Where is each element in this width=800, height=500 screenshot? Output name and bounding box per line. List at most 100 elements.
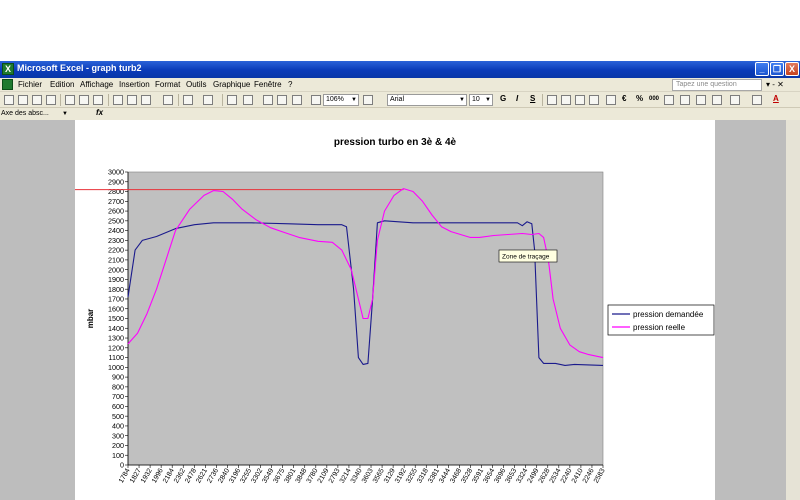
toolbar-separator — [60, 94, 61, 106]
menu-outils[interactable]: Outils — [186, 80, 206, 89]
font-color-button[interactable]: A — [773, 94, 779, 103]
line-chart[interactable]: pression turbo en 3è & 4è 010020030040050… — [75, 120, 715, 500]
y-tick-label: 1500 — [108, 314, 124, 323]
menu-fichier[interactable]: Fichier — [18, 80, 42, 89]
permission-icon[interactable] — [46, 95, 56, 105]
redo-icon[interactable] — [203, 95, 213, 105]
decrease-indent-icon[interactable] — [696, 95, 706, 105]
document-icon[interactable] — [2, 79, 13, 90]
y-tick-label: 2300 — [108, 236, 124, 245]
thousands-button[interactable]: 000 — [649, 96, 659, 102]
y-tick-label: 600 — [112, 402, 124, 411]
spelling-icon[interactable] — [93, 95, 103, 105]
y-tick-label: 2200 — [108, 246, 124, 255]
menu-help[interactable]: ? — [288, 80, 292, 89]
y-tick-label: 1600 — [108, 304, 124, 313]
menu-affichage[interactable]: Affichage — [80, 80, 113, 89]
currency-icon[interactable] — [606, 95, 616, 105]
paste-icon[interactable] — [141, 95, 151, 105]
format-painter-icon[interactable] — [163, 95, 173, 105]
font-select[interactable]: Arial ▼ — [387, 94, 467, 106]
merge-center-icon[interactable] — [589, 95, 599, 105]
align-left-icon[interactable] — [547, 95, 557, 105]
cut-icon[interactable] — [113, 95, 123, 105]
name-box[interactable]: Axe des absc... ▼ — [0, 109, 70, 119]
window-title: Microsoft Excel - graph turb2 — [17, 63, 142, 73]
y-tick-label: 1300 — [108, 334, 124, 343]
vertical-scrollbar[interactable] — [786, 120, 800, 500]
sort-ascending-icon[interactable] — [263, 95, 273, 105]
italic-button[interactable]: I — [516, 94, 518, 103]
y-tick-label: 200 — [112, 441, 124, 450]
bold-button[interactable]: G — [500, 94, 506, 103]
y-tick-label: 2700 — [108, 197, 124, 206]
y-tick-label: 100 — [112, 451, 124, 460]
minimize-button[interactable]: _ — [755, 62, 769, 76]
chevron-down-icon: ▼ — [351, 97, 357, 103]
restore-button[interactable]: ❐ — [770, 62, 784, 76]
menu-fenetre[interactable]: Fenêtre — [254, 80, 282, 89]
align-center-icon[interactable] — [561, 95, 571, 105]
y-tick-label: 400 — [112, 422, 124, 431]
zoom-value: 106% — [326, 96, 344, 103]
underline-button[interactable]: S — [530, 94, 535, 103]
autosum-icon[interactable] — [243, 95, 253, 105]
borders-icon[interactable] — [730, 95, 740, 105]
sort-descending-icon[interactable] — [277, 95, 287, 105]
y-tick-label: 2800 — [108, 187, 124, 196]
chevron-down-icon: ▼ — [459, 97, 465, 103]
increase-decimal-icon[interactable] — [664, 95, 674, 105]
menu-bar: Fichier Edition Affichage Insertion Form… — [0, 78, 800, 92]
help-question-input[interactable]: Tapez une question — [672, 79, 762, 91]
formula-bar: Axe des absc... ▼ fx — [0, 108, 800, 120]
menu-insertion[interactable]: Insertion — [119, 80, 150, 89]
chart-title: pression turbo en 3è & 4è — [334, 137, 457, 148]
zoom-select[interactable]: 106% ▼ — [323, 94, 359, 106]
copy-icon[interactable] — [127, 95, 137, 105]
hyperlink-icon[interactable] — [227, 95, 237, 105]
function-icon[interactable]: fx — [96, 108, 103, 117]
save-icon[interactable] — [32, 95, 42, 105]
y-tick-label: 500 — [112, 412, 124, 421]
print-preview-icon[interactable] — [79, 95, 89, 105]
plot-area-tooltip-text: Zone de traçage — [502, 254, 550, 261]
y-tick-label: 2900 — [108, 177, 124, 186]
title-bar: X Microsoft Excel - graph turb2 _ ❐ X — [0, 61, 800, 78]
legend-label: pression demandée — [633, 310, 704, 319]
chevron-down-icon: ▼ — [485, 97, 491, 103]
y-tick-label: 2500 — [108, 216, 124, 225]
align-right-icon[interactable] — [575, 95, 585, 105]
y-tick-label: 300 — [112, 431, 124, 440]
menu-edition[interactable]: Edition — [50, 80, 74, 89]
open-folder-icon[interactable] — [18, 95, 28, 105]
y-tick-label: 1700 — [108, 295, 124, 304]
chart-wizard-icon[interactable] — [292, 95, 302, 105]
y-axis-label: mbar — [86, 309, 95, 329]
legend-label: pression reelle — [633, 323, 686, 332]
y-tick-label: 700 — [112, 392, 124, 401]
increase-indent-icon[interactable] — [712, 95, 722, 105]
excel-app-icon[interactable]: X — [2, 63, 14, 75]
print-icon[interactable] — [65, 95, 75, 105]
menu-graphique[interactable]: Graphique — [213, 80, 250, 89]
new-file-icon[interactable] — [4, 95, 14, 105]
y-tick-label: 1000 — [108, 363, 124, 372]
y-tick-label: 1400 — [108, 324, 124, 333]
close-button[interactable]: X — [785, 62, 799, 76]
percent-button[interactable]: % — [636, 94, 643, 103]
y-tick-label: 1200 — [108, 343, 124, 352]
y-tick-label: 1100 — [109, 353, 124, 362]
y-tick-label: 2100 — [108, 256, 124, 265]
font-size-value: 10 — [472, 96, 480, 103]
undo-icon[interactable] — [183, 95, 193, 105]
menu-format[interactable]: Format — [155, 80, 180, 89]
euro-button[interactable]: € — [622, 94, 626, 103]
excel-window: X Microsoft Excel - graph turb2 _ ❐ X Fi… — [0, 0, 800, 500]
help-icon[interactable] — [363, 95, 373, 105]
decrease-decimal-icon[interactable] — [680, 95, 690, 105]
menu-window-controls[interactable]: ▾ - ✕ — [766, 80, 784, 89]
font-size-select[interactable]: 10 ▼ — [469, 94, 493, 106]
chart-area[interactable]: pression turbo en 3è & 4è 0 100 200 300 400 50… — [75, 120, 715, 500]
fill-color-icon[interactable] — [752, 95, 762, 105]
chart-type-icon[interactable] — [311, 95, 321, 105]
